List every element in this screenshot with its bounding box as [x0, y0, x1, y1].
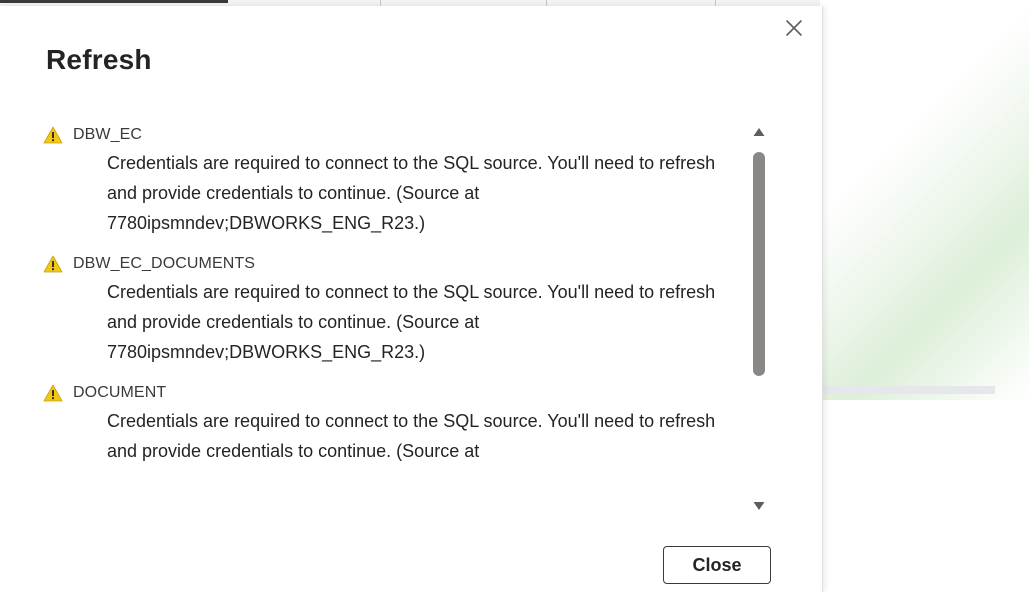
- list-item: DBW_EC_DOCUMENTS Credentials are require…: [40, 251, 740, 367]
- item-source-name: DBW_EC: [73, 126, 143, 143]
- scroll-up-arrow-icon[interactable]: [752, 126, 766, 138]
- warning-icon: [43, 126, 63, 144]
- warning-list: DBW_EC Credentials are required to conne…: [40, 122, 740, 514]
- close-icon[interactable]: [782, 16, 806, 40]
- list-item: DOCUMENT Credentials are required to con…: [40, 380, 740, 466]
- list-item: DBW_EC Credentials are required to conne…: [40, 122, 740, 238]
- warning-icon: [43, 384, 63, 402]
- list-scrollbar[interactable]: [748, 124, 770, 514]
- background-tab-active: [0, 0, 228, 3]
- background-visual: [820, 0, 1029, 400]
- item-error-message: Credentials are required to connect to t…: [107, 411, 716, 461]
- list-item-header: DBW_EC_DOCUMENTS: [40, 251, 740, 277]
- item-source-name: DOCUMENT: [73, 384, 167, 401]
- warning-icon: [43, 255, 63, 273]
- item-error-message: Credentials are required to connect to t…: [107, 282, 716, 362]
- dialog-title: Refresh: [46, 44, 152, 75]
- close-button[interactable]: Close: [663, 546, 771, 584]
- list-item-header: DBW_EC: [40, 122, 740, 148]
- item-error-message: Credentials are required to connect to t…: [107, 153, 716, 233]
- scroll-down-arrow-icon[interactable]: [752, 500, 766, 512]
- scroll-thumb[interactable]: [753, 152, 765, 376]
- item-source-name: DBW_EC_DOCUMENTS: [73, 255, 256, 272]
- background-visual-edge: [820, 386, 995, 394]
- list-item-header: DOCUMENT: [40, 380, 740, 406]
